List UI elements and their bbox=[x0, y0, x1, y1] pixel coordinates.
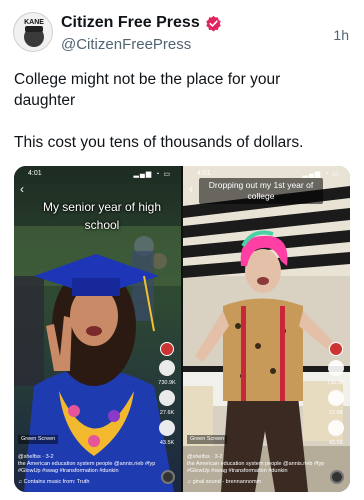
status-clock: 4:01 bbox=[28, 170, 42, 177]
phone-status-bar: 4:01 ▂▄▆ ◔ ▭ bbox=[14, 168, 181, 180]
video-caption: My senior year of high school bbox=[42, 200, 162, 232]
music-line[interactable]: ♫ ginal sound - brennannomm bbox=[187, 479, 327, 486]
media-right[interactable]: 4:01 ▂▄▆ ◔ ▭ ‹ Dropping out my 1st year … bbox=[183, 166, 350, 492]
heart-icon[interactable] bbox=[328, 360, 344, 376]
comment-icon[interactable] bbox=[159, 390, 175, 406]
comment-count: 27.6K bbox=[328, 410, 344, 416]
music-label: ginal sound - brennannomm bbox=[192, 479, 262, 485]
share-icon[interactable] bbox=[328, 420, 344, 436]
tweet-text: College might not be the place for your … bbox=[14, 69, 344, 174]
music-disc-icon[interactable] bbox=[161, 470, 175, 484]
signal-icon: ▂▄▆ ◔ ▭ bbox=[133, 171, 171, 178]
video-description: the American education system people @an… bbox=[187, 461, 325, 474]
tweet-header: KANE Citizen Free Press @CitizenFreePres… bbox=[13, 12, 353, 58]
video-description: the American education system people @an… bbox=[18, 461, 156, 474]
tweet-line-2: This cost you tens of thousands of dolla… bbox=[14, 134, 304, 151]
display-name[interactable]: Citizen Free Press bbox=[61, 14, 200, 32]
name-row: Citizen Free Press bbox=[61, 14, 222, 32]
music-label: Contains music from: Truth bbox=[23, 479, 90, 485]
heart-icon[interactable] bbox=[159, 360, 175, 376]
like-count: 730.9K bbox=[327, 380, 345, 386]
handle[interactable]: @CitizenFreePress bbox=[61, 36, 191, 53]
comment-count: 27.6K bbox=[159, 410, 175, 416]
creator-avatar-icon[interactable] bbox=[329, 342, 343, 356]
video-info: Green Screen @shelfss · 3-2 the American… bbox=[18, 435, 158, 486]
share-icon[interactable] bbox=[159, 420, 175, 436]
green-screen-tag[interactable]: Green Screen bbox=[18, 435, 59, 444]
signal-icon: ▂▄▆ ◔ ▭ bbox=[302, 171, 340, 178]
verified-badge-icon bbox=[206, 15, 221, 31]
action-rail: 730.9K 27.6K 43.5K bbox=[157, 342, 177, 446]
share-count: 43.5K bbox=[159, 440, 175, 446]
music-disc-icon[interactable] bbox=[330, 470, 344, 484]
timestamp[interactable]: 1h bbox=[333, 27, 349, 43]
video-caption: Dropping out my 1st year of college bbox=[199, 178, 323, 204]
back-arrow-icon[interactable]: ‹ bbox=[20, 182, 24, 196]
video-user[interactable]: @shelfss · 3-2 bbox=[18, 454, 158, 461]
action-rail: 730.9K 27.6K 43.5K bbox=[326, 342, 346, 446]
media-grid[interactable]: 4:01 ▂▄▆ ◔ ▭ ‹ My senior year of high sc… bbox=[14, 166, 350, 492]
music-line[interactable]: ♫ Contains music from: Truth bbox=[18, 479, 158, 486]
share-count: 43.5K bbox=[328, 440, 344, 446]
like-count: 730.9K bbox=[158, 380, 176, 386]
avatar-logo-text: KANE bbox=[24, 19, 44, 26]
status-clock: 4:01 bbox=[197, 170, 211, 177]
tweet-line-1: College might not be the place for your … bbox=[14, 71, 281, 109]
media-left[interactable]: 4:01 ▂▄▆ ◔ ▭ ‹ My senior year of high sc… bbox=[14, 166, 181, 492]
back-arrow-icon[interactable]: ‹ bbox=[189, 182, 193, 196]
green-screen-tag[interactable]: Green Screen bbox=[187, 435, 228, 444]
avatar[interactable]: KANE bbox=[13, 12, 53, 52]
creator-avatar-icon[interactable] bbox=[160, 342, 174, 356]
comment-icon[interactable] bbox=[328, 390, 344, 406]
video-user[interactable]: @shelfss · 3-2 bbox=[187, 454, 327, 461]
video-info: Green Screen @shelfss · 3-2 the American… bbox=[187, 435, 327, 486]
